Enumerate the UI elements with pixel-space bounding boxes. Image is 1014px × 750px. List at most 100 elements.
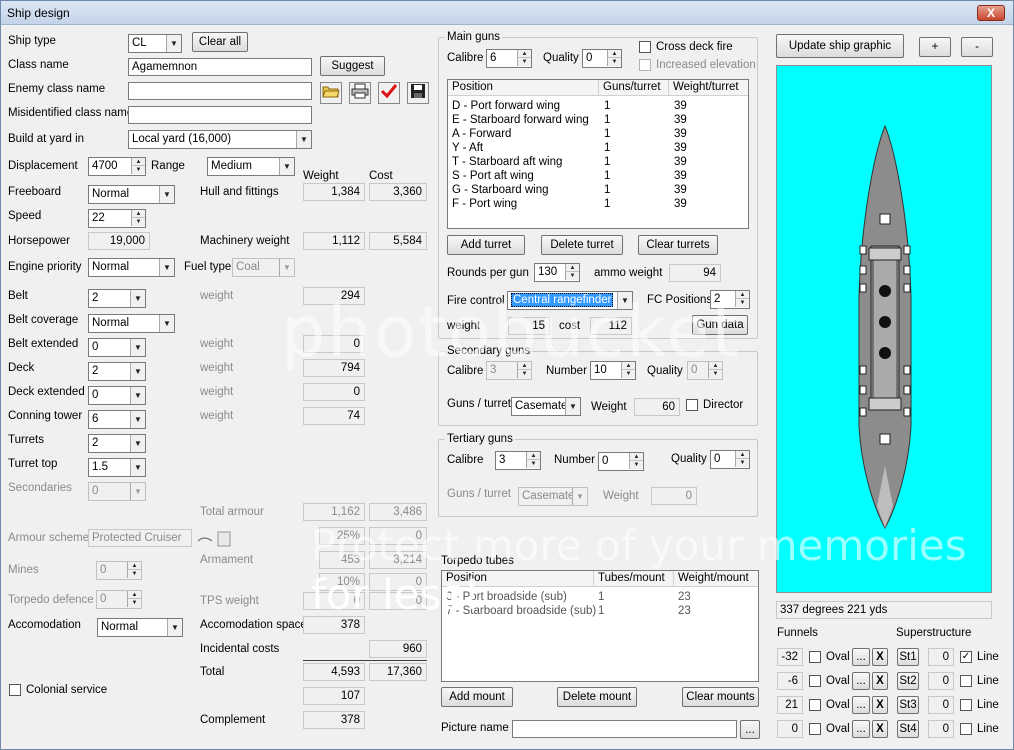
position-header[interactable]: Position	[448, 80, 599, 96]
torpedo-cell[interactable]: 23	[678, 590, 691, 604]
spin-down-icon[interactable]: ▼	[565, 272, 579, 280]
spin-down-icon[interactable]: ▼	[708, 370, 722, 378]
conning-tower-select[interactable]: 6 ▼	[88, 410, 146, 429]
picture-name-input[interactable]	[512, 720, 737, 738]
zoom-in-button[interactable]: +	[919, 37, 951, 57]
line-checkbox[interactable]	[960, 675, 972, 687]
torpedo-cell[interactable]: 23	[678, 604, 691, 618]
turret-cell[interactable]: 39	[674, 127, 687, 141]
close-button[interactable]: X	[977, 5, 1005, 21]
belt-extended-select[interactable]: 0 ▼	[88, 338, 146, 357]
spin-up-icon[interactable]: ▲	[127, 591, 141, 599]
superstructure-button[interactable]: St3	[897, 696, 919, 714]
guns-per-turret-header[interactable]: Guns/turret	[599, 80, 669, 96]
funnel-options-button[interactable]: ...	[852, 696, 870, 714]
spin-up-icon[interactable]: ▲	[131, 210, 145, 218]
spin-up-icon[interactable]: ▲	[607, 50, 621, 58]
class-name-input[interactable]: Agamemnon	[128, 58, 312, 76]
belt-select[interactable]: 2 ▼	[88, 289, 146, 308]
spin-down-icon[interactable]: ▼	[127, 570, 141, 578]
spin-up-icon[interactable]: ▲	[735, 291, 749, 299]
spin-down-icon[interactable]: ▼	[131, 166, 145, 174]
main-quality-stepper[interactable]: 0 ▲ ▼	[582, 49, 622, 68]
delete-funnel-button[interactable]: X	[872, 672, 888, 690]
gun-data-button[interactable]: Gun data	[692, 315, 748, 335]
oval-checkbox[interactable]	[809, 675, 821, 687]
funnel-options-button[interactable]: ...	[852, 720, 870, 738]
funnel-position[interactable]: 0	[777, 720, 803, 738]
torpedo-cell[interactable]: 7 - Starboard broadside (sub)	[446, 604, 596, 618]
torpedo-list[interactable]: Position Tubes/mount Weight/mount 6 - Po…	[441, 570, 759, 682]
secondaries-select[interactable]: 0 ▼	[88, 482, 146, 501]
add-turret-button[interactable]: Add turret	[447, 235, 525, 255]
engine-select[interactable]: Normal ▼	[88, 258, 175, 277]
turrets-select[interactable]: 2 ▼	[88, 434, 146, 453]
delete-mount-button[interactable]: Delete mount	[557, 687, 637, 707]
save-disk-icon[interactable]	[407, 82, 429, 104]
delete-funnel-button[interactable]: X	[872, 648, 888, 666]
turret-cell[interactable]: 39	[674, 113, 687, 127]
sec-number-stepper[interactable]: 10 ▲ ▼	[590, 361, 636, 380]
turret-top-select[interactable]: 1.5 ▼	[88, 458, 146, 477]
displacement-stepper[interactable]: 4700 ▲ ▼	[88, 157, 146, 176]
torpedo-defence-stepper[interactable]: 0 ▲ ▼	[96, 590, 142, 609]
line-checkbox[interactable]: ✓	[960, 651, 972, 663]
funnel-position[interactable]: 21	[777, 696, 803, 714]
sec-guns-turret-select[interactable]: Casemate ▼	[511, 397, 581, 416]
clear-turrets-button[interactable]: Clear turrets	[638, 235, 718, 255]
spin-up-icon[interactable]: ▲	[131, 158, 145, 166]
deck-select[interactable]: 2 ▼	[88, 362, 146, 381]
funnel-position[interactable]: -6	[777, 672, 803, 690]
main-calibre-stepper[interactable]: 6 ▲ ▼	[486, 49, 532, 68]
funnel-options-button[interactable]: ...	[852, 648, 870, 666]
spin-up-icon[interactable]: ▲	[127, 562, 141, 570]
yard-select[interactable]: Local yard (16,000) ▼	[128, 130, 312, 149]
enemy-class-input[interactable]	[128, 82, 312, 100]
sec-quality-stepper[interactable]: 0 ▲ ▼	[687, 361, 723, 380]
mines-stepper[interactable]: 0 ▲ ▼	[96, 561, 142, 580]
fuel-select[interactable]: Coal ▼	[232, 258, 295, 277]
clear-all-button[interactable]: Clear all	[192, 32, 248, 52]
ship-graphic-view[interactable]	[776, 65, 992, 593]
oval-checkbox[interactable]	[809, 699, 821, 711]
update-graphic-button[interactable]: Update ship graphic	[776, 34, 904, 58]
turret-cell[interactable]: 1	[604, 169, 610, 183]
spin-up-icon[interactable]: ▲	[708, 362, 722, 370]
spin-up-icon[interactable]: ▲	[526, 452, 540, 460]
suggest-button[interactable]: Suggest	[320, 56, 385, 76]
funnel-position[interactable]: -32	[777, 648, 803, 666]
spin-down-icon[interactable]: ▼	[629, 461, 643, 469]
torp-position-header[interactable]: Position	[442, 571, 594, 587]
turret-cell[interactable]: 1	[604, 197, 610, 211]
print-icon[interactable]	[349, 82, 371, 104]
turret-cell[interactable]: F - Port wing	[452, 197, 517, 211]
line-checkbox[interactable]	[960, 699, 972, 711]
fire-control-select[interactable]: Central rangefinder ▼	[507, 291, 633, 310]
turret-cell[interactable]: 39	[674, 169, 687, 183]
spin-down-icon[interactable]: ▼	[526, 460, 540, 468]
turret-cell[interactable]: E - Starboard forward wing	[452, 113, 589, 127]
spin-down-icon[interactable]: ▼	[131, 218, 145, 226]
superstructure-button[interactable]: St2	[897, 672, 919, 690]
ter-number-stepper[interactable]: 0 ▲ ▼	[598, 452, 644, 471]
ter-guns-turret-select[interactable]: Casemate ▼	[518, 487, 588, 506]
turret-cell[interactable]: 1	[604, 183, 610, 197]
spin-down-icon[interactable]: ▼	[735, 459, 749, 467]
turret-cell[interactable]: 39	[674, 155, 687, 169]
turret-cell[interactable]: 39	[674, 141, 687, 155]
main-guns-list[interactable]: Position Guns/turret Weight/turret D - P…	[447, 79, 749, 229]
tubes-per-mount-header[interactable]: Tubes/mount	[594, 571, 674, 587]
turret-cell[interactable]: 1	[604, 113, 610, 127]
funnel-options-button[interactable]: ...	[852, 672, 870, 690]
delete-funnel-button[interactable]: X	[872, 720, 888, 738]
turret-cell[interactable]: D - Port forward wing	[452, 99, 560, 113]
turret-cell[interactable]: 1	[604, 155, 610, 169]
superstructure-position[interactable]: 0	[928, 648, 954, 666]
spin-down-icon[interactable]: ▼	[127, 599, 141, 607]
spin-down-icon[interactable]: ▼	[517, 370, 531, 378]
ter-calibre-stepper[interactable]: 3 ▲ ▼	[495, 451, 541, 470]
torpedo-cell[interactable]: 1	[598, 590, 604, 604]
torpedo-cell[interactable]: 6 - Port broadside (sub)	[446, 590, 567, 604]
colonial-checkbox[interactable]	[9, 684, 21, 696]
add-mount-button[interactable]: Add mount	[441, 687, 513, 707]
